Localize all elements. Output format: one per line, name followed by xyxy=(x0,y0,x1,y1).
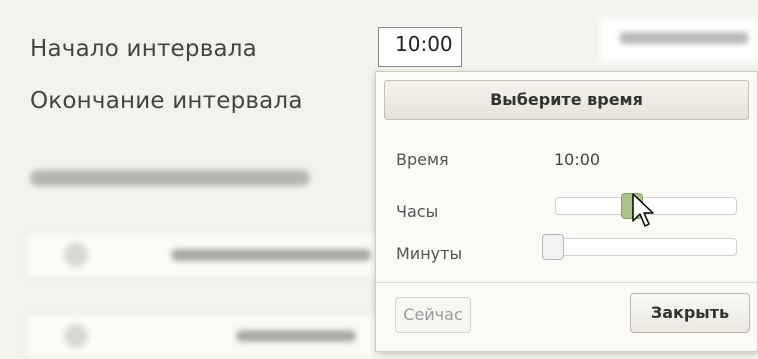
arrow-cursor-icon xyxy=(632,193,654,227)
end-interval-label: Окончание интервала xyxy=(30,88,303,114)
radio-icon xyxy=(64,243,88,267)
footer-divider xyxy=(376,282,757,283)
radio-icon xyxy=(64,324,88,348)
blurred-field xyxy=(598,18,758,62)
picker-header: Выберите время xyxy=(384,80,749,120)
start-interval-label: Начало интервала xyxy=(30,36,257,62)
now-button[interactable]: Сейчас xyxy=(395,297,471,333)
blurred-row-1[interactable] xyxy=(25,232,385,278)
minutes-label: Минуты xyxy=(396,244,463,263)
blurred-text xyxy=(30,170,310,186)
hours-label: Часы xyxy=(396,202,439,221)
time-label: Время xyxy=(396,150,449,169)
start-time-input[interactable]: 10:00 xyxy=(378,27,462,67)
close-button[interactable]: Закрыть xyxy=(630,293,750,333)
blurred-row-2[interactable] xyxy=(25,313,385,359)
minutes-slider[interactable] xyxy=(542,234,737,260)
time-picker-popup: Выберите время Время 10:00 Часы Минуты С… xyxy=(375,71,758,352)
minutes-slider-handle[interactable] xyxy=(542,234,564,260)
time-value: 10:00 xyxy=(554,150,601,169)
